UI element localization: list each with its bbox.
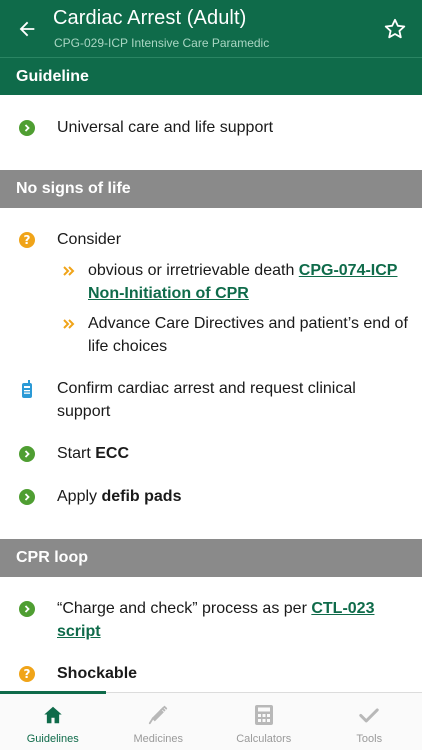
favorite-button[interactable] (380, 14, 410, 44)
bottom-tab-bar: Guidelines Medicines Calculators Tools (0, 691, 422, 750)
syringe-icon (146, 703, 170, 727)
calculator-icon (252, 703, 276, 727)
question-circle-icon: ? (19, 232, 35, 248)
tab-calculators[interactable]: Calculators (211, 693, 317, 750)
sub-item-irretrievable-death: obvious or irretrievable death CPG-074-I… (0, 259, 422, 305)
section-header-guideline: Guideline (0, 57, 422, 95)
tab-label: Calculators (236, 733, 292, 745)
item-text: Apply defib pads (57, 485, 408, 508)
tab-medicines[interactable]: Medicines (106, 693, 212, 750)
list-item-consider: ? Consider (0, 228, 422, 254)
sub-item-text: Advance Care Directives and patient’s en… (88, 315, 408, 355)
tab-label: Guidelines (26, 733, 79, 745)
page-title: Cardiac Arrest (Adult) (53, 7, 247, 29)
list-item-start-ecc[interactable]: Start ECC (0, 442, 422, 468)
tab-label: Medicines (133, 733, 184, 745)
item-text: “Charge and check” process as per CTL-02… (57, 597, 408, 643)
arrow-left-icon (19, 21, 35, 37)
question-circle-icon: ? (19, 666, 35, 682)
home-icon (41, 703, 65, 727)
section-title: No signs of life (16, 180, 131, 197)
item-text: Start ECC (57, 442, 408, 465)
list-item-shockable[interactable]: ? Shockable (0, 662, 422, 688)
sub-item-prefix: obvious or irretrievable death (88, 262, 299, 279)
double-chevron-right-icon (62, 264, 76, 278)
star-icon (384, 18, 406, 39)
list-item-universal-care[interactable]: Universal care and life support (0, 116, 422, 144)
tab-guidelines[interactable]: Guidelines (0, 693, 106, 750)
item-text: Universal care and life support (57, 119, 274, 136)
chevron-right-circle-icon (19, 601, 35, 617)
sub-item-advance-care: Advance Care Directives and patient’s en… (0, 312, 422, 358)
list-item-charge-check[interactable]: “Charge and check” process as per CTL-02… (0, 597, 422, 643)
list-item-apply-defib[interactable]: Apply defib pads (0, 485, 422, 511)
item-text: Shockable (57, 665, 138, 682)
item-prefix: Apply (57, 488, 102, 505)
section-header-cpr-loop: CPR loop (0, 539, 422, 577)
back-button[interactable] (12, 14, 42, 44)
tab-label: Tools (356, 733, 383, 745)
chevron-right-circle-icon (19, 489, 35, 505)
item-bold: defib pads (101, 488, 182, 505)
section-title: CPR loop (16, 549, 88, 566)
chevron-right-circle-icon (19, 446, 35, 462)
item-bold: ECC (95, 445, 130, 462)
page-subtitle: CPG-029-ICP Intensive Care Paramedic (54, 36, 270, 50)
item-prefix: Start (57, 445, 96, 462)
check-icon (357, 703, 381, 727)
chevron-right-circle-icon (19, 120, 35, 136)
tab-tools[interactable]: Tools (317, 693, 422, 750)
list-item-confirm-arrest[interactable]: Confirm cardiac arrest and request clini… (0, 377, 422, 423)
app-bar: Cardiac Arrest (Adult) CPG-029-ICP Inten… (0, 0, 422, 57)
double-chevron-right-icon (62, 317, 76, 331)
item-text: Confirm cardiac arrest and request clini… (57, 380, 356, 420)
item-text: Consider (57, 231, 122, 248)
section-header-no-signs-of-life: No signs of life (0, 170, 422, 208)
radio-icon (19, 380, 35, 398)
section-title: Guideline (16, 67, 89, 85)
item-prefix: “Charge and check” process as per (57, 600, 312, 617)
sub-item-text: obvious or irretrievable death CPG-074-I… (88, 259, 408, 305)
